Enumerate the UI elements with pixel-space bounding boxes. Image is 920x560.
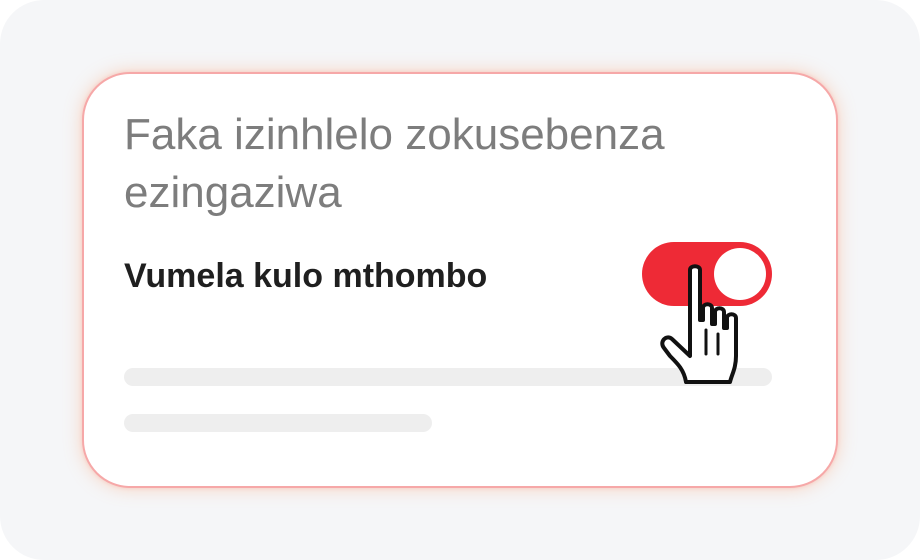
pointing-hand-icon <box>660 264 738 384</box>
allow-source-label: Vumela kulo mthombo <box>124 257 488 295</box>
card-title: Faka izinhlelo zokusebenza ezingaziwa <box>124 110 665 217</box>
skeleton-line-short <box>124 414 432 432</box>
settings-card: Faka izinhlelo zokusebenza ezingaziwa Vu… <box>82 72 838 488</box>
